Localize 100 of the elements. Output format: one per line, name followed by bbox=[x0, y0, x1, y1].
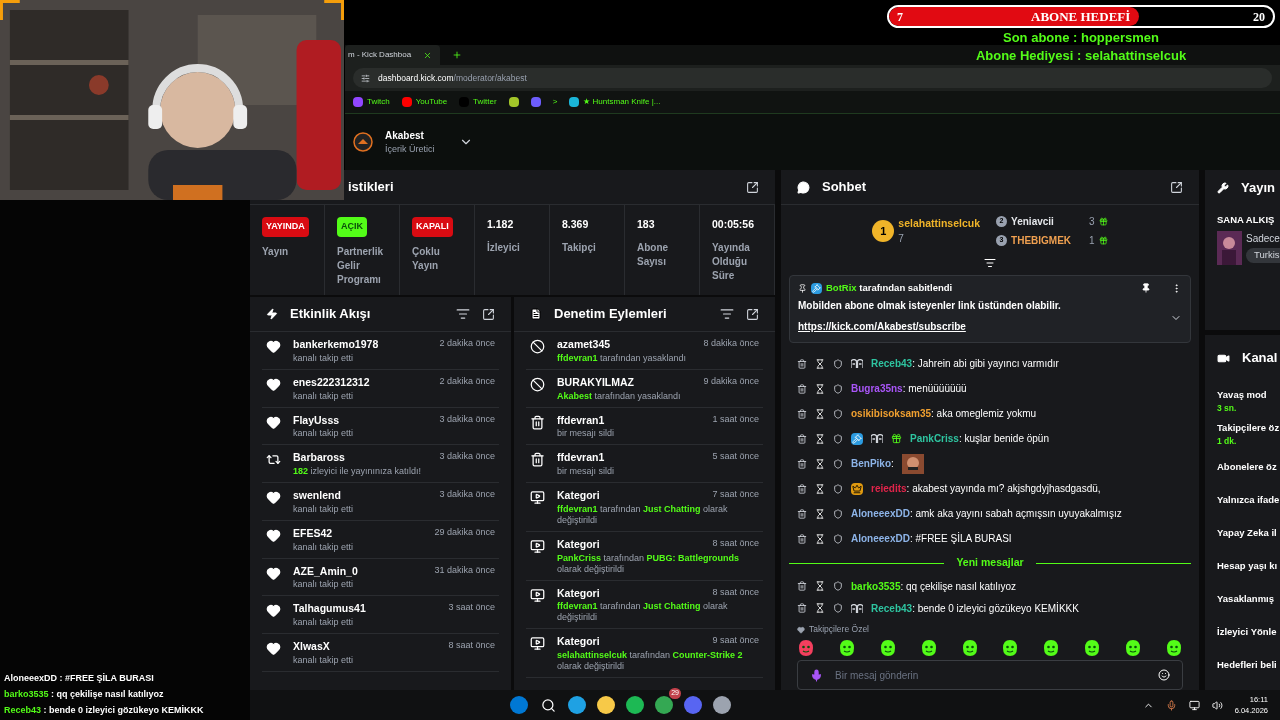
volume-icon[interactable] bbox=[1211, 699, 1223, 711]
message-input[interactable]: Bir mesaj gönderin bbox=[797, 660, 1183, 690]
overlay-text: Son abone : hoppersmen bbox=[1003, 29, 1159, 46]
delete-icon[interactable] bbox=[797, 458, 807, 469]
taskbar-app-icon[interactable] bbox=[568, 696, 586, 714]
emote-icon[interactable] bbox=[1001, 639, 1020, 657]
bookmark[interactable]: Twitch bbox=[353, 96, 390, 108]
shield-icon[interactable] bbox=[833, 408, 843, 419]
event-time: 31 dakika önce bbox=[434, 563, 495, 577]
url-text: dashboard.kick.com/moderator/akabest bbox=[378, 71, 527, 85]
emote-icon[interactable] bbox=[837, 639, 856, 657]
delete-icon[interactable] bbox=[797, 581, 807, 592]
bookmark-icon bbox=[530, 97, 541, 107]
delete-icon[interactable] bbox=[797, 358, 807, 369]
filter-icon[interactable] bbox=[984, 257, 996, 269]
bookmark[interactable] bbox=[508, 97, 519, 107]
mic-icon[interactable] bbox=[810, 668, 823, 682]
shield-icon[interactable] bbox=[833, 458, 843, 469]
timeout-icon[interactable] bbox=[815, 581, 825, 592]
unpin-icon[interactable] bbox=[1141, 283, 1151, 294]
taskbar-app-icon[interactable] bbox=[626, 696, 644, 714]
avatar-icon bbox=[353, 132, 373, 152]
filter-icon[interactable] bbox=[456, 307, 470, 321]
site-settings-icon[interactable] bbox=[361, 73, 370, 83]
delete-icon[interactable] bbox=[797, 603, 807, 614]
og-badge-icon bbox=[871, 434, 883, 444]
shield-icon[interactable] bbox=[833, 433, 843, 444]
overlay-chat-line: barko3535 : qq çekilişe nasıl katılıyoz bbox=[3, 688, 165, 701]
overlay-text: Abone Hediyesi : selahattinselcuk bbox=[975, 47, 1187, 64]
browser-tab[interactable]: m - Kick Dashboa bbox=[345, 45, 441, 65]
emote-icon[interactable] bbox=[878, 639, 897, 657]
emote-icon[interactable] bbox=[1124, 639, 1142, 657]
setting-label: Yapay Zeka il bbox=[1217, 526, 1278, 541]
popout-icon[interactable] bbox=[746, 307, 759, 321]
filter-icon[interactable] bbox=[720, 307, 734, 321]
event-detail: ffdevran1 tarafından Just Chatting olarak değiştirildi bbox=[557, 503, 729, 526]
bookmark[interactable]: YouTube bbox=[401, 96, 448, 108]
taskbar-app-icon[interactable] bbox=[597, 696, 615, 714]
taskbar-app-icon[interactable] bbox=[539, 696, 557, 714]
overlay-chat-line: Receb43 : bende 0 izleyici gözükeyo KEMİKKK bbox=[3, 704, 205, 717]
stat-value: 00:05:56 bbox=[712, 217, 756, 232]
timeout-icon[interactable] bbox=[815, 603, 825, 614]
event-detail: bir mesajı sildi bbox=[557, 466, 615, 477]
event-detail: kanalı takip etti bbox=[293, 541, 355, 553]
popout-icon[interactable] bbox=[482, 307, 495, 321]
emote-icon[interactable] bbox=[1083, 639, 1102, 657]
mic-icon[interactable] bbox=[1165, 699, 1177, 711]
delete-icon[interactable] bbox=[797, 383, 807, 394]
delete-icon[interactable] bbox=[797, 408, 807, 419]
event-detail: kanalı takip etti bbox=[293, 390, 355, 402]
chat-message: BenPiko: bbox=[851, 457, 894, 472]
new-messages-divider: Yeni mesajlar bbox=[956, 555, 1024, 571]
stat-label: Çoklu Yayın bbox=[412, 244, 441, 273]
taskbar-app-icon[interactable] bbox=[655, 696, 673, 714]
shield-icon[interactable] bbox=[833, 581, 843, 592]
timeout-icon[interactable] bbox=[815, 508, 825, 519]
heart-icon bbox=[266, 414, 281, 430]
address-bar[interactable]: dashboard.kick.com/moderator/akabest bbox=[353, 68, 1272, 88]
emote-icon[interactable] bbox=[1042, 639, 1061, 657]
shield-icon[interactable] bbox=[833, 483, 843, 494]
emote-icon[interactable] bbox=[1164, 639, 1183, 657]
bookmark[interactable]: ★ Huntsman Knife |... bbox=[569, 96, 661, 108]
emoji-icon[interactable] bbox=[1158, 669, 1170, 681]
delete-icon[interactable] bbox=[797, 533, 807, 544]
setting-label: Yavaş mod bbox=[1217, 388, 1268, 402]
delete-icon[interactable] bbox=[797, 433, 807, 444]
timeout-icon[interactable] bbox=[815, 408, 825, 419]
popout-icon[interactable] bbox=[1170, 180, 1183, 194]
message-field[interactable]: Bir mesaj gönderin bbox=[835, 667, 1146, 683]
event-title: Kategori bbox=[557, 585, 600, 601]
timeout-icon[interactable] bbox=[815, 358, 825, 369]
delete-icon[interactable] bbox=[797, 483, 807, 494]
event-title: ffdevran1 bbox=[557, 412, 605, 428]
close-icon[interactable] bbox=[423, 50, 433, 60]
timeout-icon[interactable] bbox=[815, 383, 825, 394]
timeout-icon[interactable] bbox=[815, 433, 825, 444]
emote-icon[interactable] bbox=[960, 639, 979, 657]
pinned-link[interactable]: https://kick.com/Akabest/subscribe bbox=[798, 321, 966, 333]
bookmark[interactable] bbox=[530, 97, 541, 107]
taskbar-app-icon[interactable] bbox=[713, 696, 731, 714]
event-detail: bir mesajı sildi bbox=[557, 428, 615, 440]
shield-icon[interactable] bbox=[833, 383, 843, 394]
setting-label: Yasaklanmış bbox=[1217, 592, 1276, 607]
delete-icon[interactable] bbox=[797, 508, 807, 519]
popout-icon[interactable] bbox=[746, 180, 759, 194]
emote-icon[interactable] bbox=[919, 639, 938, 657]
shield-icon[interactable] bbox=[833, 508, 843, 519]
event-detail: ffdevran1 tarafından Just Chatting olarak değiştirildi bbox=[557, 601, 729, 624]
bookmark[interactable]: > bbox=[552, 96, 558, 108]
bookmark[interactable]: Twitter bbox=[459, 96, 497, 108]
event-title: azamet345 bbox=[557, 337, 611, 352]
new-tab-icon[interactable] bbox=[452, 50, 463, 60]
shield-icon[interactable] bbox=[833, 603, 843, 614]
timeout-icon[interactable] bbox=[815, 533, 825, 544]
network-icon[interactable] bbox=[1188, 699, 1200, 711]
shield-icon[interactable] bbox=[833, 533, 843, 544]
timeout-icon[interactable] bbox=[815, 458, 825, 469]
timeout-icon[interactable] bbox=[815, 483, 825, 494]
shield-icon[interactable] bbox=[833, 358, 843, 369]
chat-message: Receb43: Jahrein abi gibi yayıncı varmıdır bbox=[871, 357, 1059, 372]
